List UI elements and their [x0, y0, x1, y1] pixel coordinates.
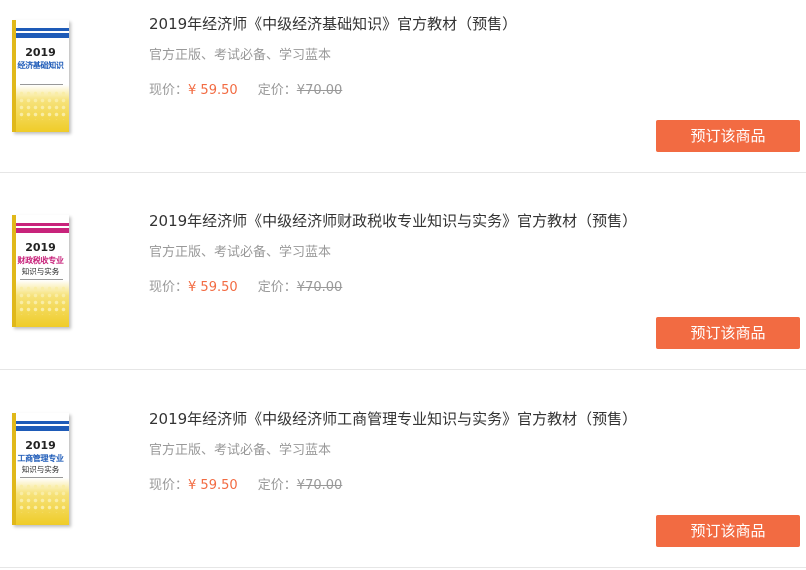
list-price: ¥70.00	[296, 478, 343, 493]
list-price-label: 定价：	[257, 478, 297, 493]
product-subtitle: 官方正版、考试必备、学习蓝本	[149, 443, 332, 458]
book-band	[16, 228, 69, 233]
book-rule	[20, 279, 63, 280]
product-title[interactable]: 2019年经济师《中级经济师工商管理专业知识与实务》官方教材（预售）	[149, 408, 637, 429]
price-row: 现价：¥ 59.50 定价：¥70.00	[149, 474, 342, 493]
book-band	[16, 426, 69, 431]
book-title-line2: 知识与实务	[21, 267, 60, 276]
current-price-label: 现价：	[149, 280, 189, 295]
current-price: ¥ 59.50	[188, 280, 238, 295]
book-title-line2: 知识与实务	[21, 465, 60, 474]
list-price: ¥70.00	[296, 83, 343, 98]
book-title-line1: 财政税收专业	[17, 256, 64, 265]
book-pattern	[18, 285, 67, 315]
book-year: 2019	[25, 439, 56, 452]
book-year: 2019	[25, 241, 56, 254]
book-pattern	[18, 90, 67, 120]
item-divider	[0, 567, 806, 568]
preorder-button[interactable]: 预订该商品	[656, 120, 800, 152]
book-title-line1: 经济基础知识	[17, 61, 64, 70]
price-row: 现价：¥ 59.50 定价：¥70.00	[149, 276, 342, 295]
preorder-button[interactable]: 预订该商品	[656, 515, 800, 547]
list-price-label: 定价：	[257, 280, 297, 295]
product-title[interactable]: 2019年经济师《中级经济基础知识》官方教材（预售）	[149, 13, 517, 34]
book-cover-image[interactable]: 2019 经济基础知识	[12, 20, 69, 132]
product-item: 2019 经济基础知识 2019年经济师《中级经济基础知识》官方教材（预售） 官…	[0, 0, 806, 173]
price-row: 现价：¥ 59.50 定价：¥70.00	[149, 79, 342, 98]
current-price-label: 现价：	[149, 478, 189, 493]
book-band	[16, 33, 69, 38]
product-item: 2019 工商管理专业 知识与实务 2019年经济师《中级经济师工商管理专业知识…	[0, 371, 806, 568]
book-rule	[20, 477, 63, 478]
book-cover-image[interactable]: 2019 财政税收专业 知识与实务	[12, 215, 69, 327]
book-tag	[16, 223, 69, 226]
product-subtitle: 官方正版、考试必备、学习蓝本	[149, 245, 332, 260]
book-title-line1: 工商管理专业	[17, 454, 64, 463]
book-tag	[16, 28, 69, 31]
current-price: ¥ 59.50	[188, 83, 238, 98]
current-price-label: 现价：	[149, 83, 189, 98]
product-title[interactable]: 2019年经济师《中级经济师财政税收专业知识与实务》官方教材（预售）	[149, 210, 637, 231]
product-item: 2019 财政税收专业 知识与实务 2019年经济师《中级经济师财政税收专业知识…	[0, 173, 806, 370]
current-price: ¥ 59.50	[188, 478, 238, 493]
item-divider	[0, 369, 806, 370]
book-cover-image[interactable]: 2019 工商管理专业 知识与实务	[12, 413, 69, 525]
book-year: 2019	[25, 46, 56, 59]
list-price-label: 定价：	[257, 83, 297, 98]
product-subtitle: 官方正版、考试必备、学习蓝本	[149, 48, 332, 63]
list-price: ¥70.00	[296, 280, 343, 295]
book-rule	[20, 84, 63, 85]
preorder-button[interactable]: 预订该商品	[656, 317, 800, 349]
book-tag	[16, 421, 69, 424]
book-pattern	[18, 483, 67, 513]
